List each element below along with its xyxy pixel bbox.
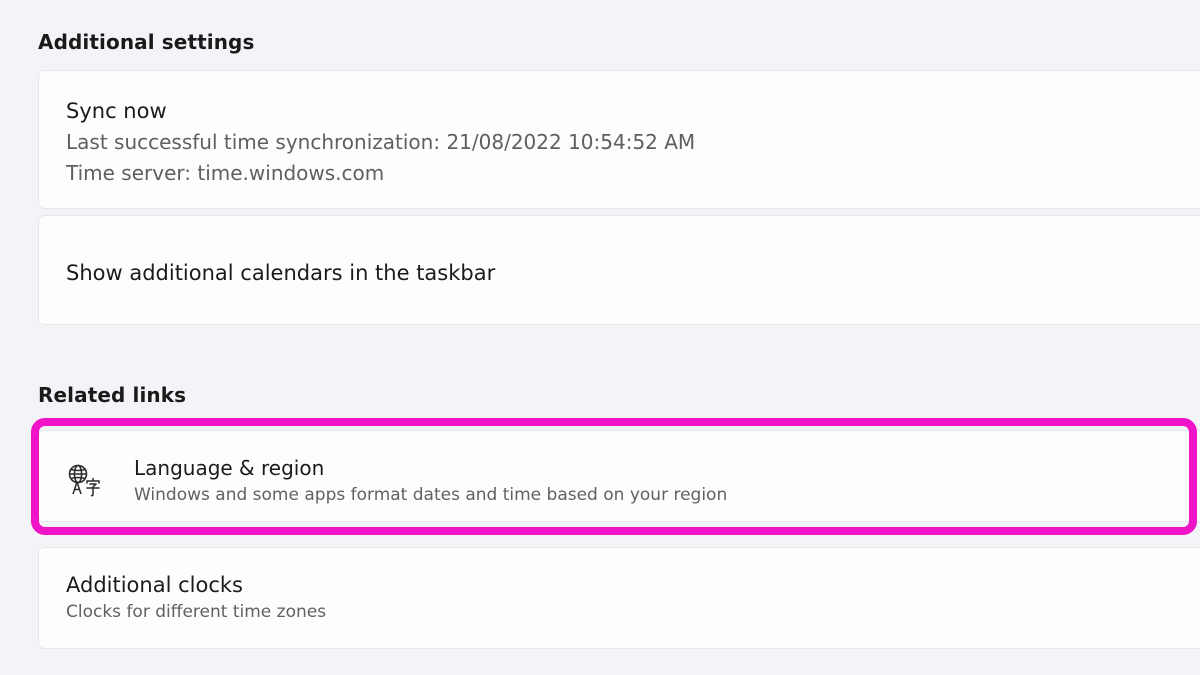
language-globe-icon: [68, 464, 100, 497]
time-server-status: Time server: time.windows.com: [66, 161, 385, 185]
additional-calendars-label: Show additional calendars in the taskbar: [66, 261, 496, 285]
sync-now-card[interactable]: Sync now Last successful time synchroniz…: [38, 70, 1200, 209]
language-region-description: Windows and some apps format dates and t…: [134, 485, 728, 505]
related-links-heading: Related links: [38, 383, 187, 407]
language-region-link[interactable]: Language & region Windows and some apps …: [38, 430, 1200, 522]
last-sync-status: Last successful time synchronization: 21…: [66, 130, 696, 154]
additional-clocks-label: Additional clocks: [66, 573, 243, 597]
additional-clocks-link[interactable]: Additional clocks Clocks for different t…: [38, 547, 1200, 649]
additional-settings-heading: Additional settings: [38, 30, 255, 54]
sync-now-label: Sync now: [66, 99, 167, 123]
language-region-label: Language & region: [134, 456, 325, 480]
additional-calendars-card[interactable]: Show additional calendars in the taskbar: [38, 215, 1200, 325]
additional-clocks-description: Clocks for different time zones: [66, 602, 327, 622]
